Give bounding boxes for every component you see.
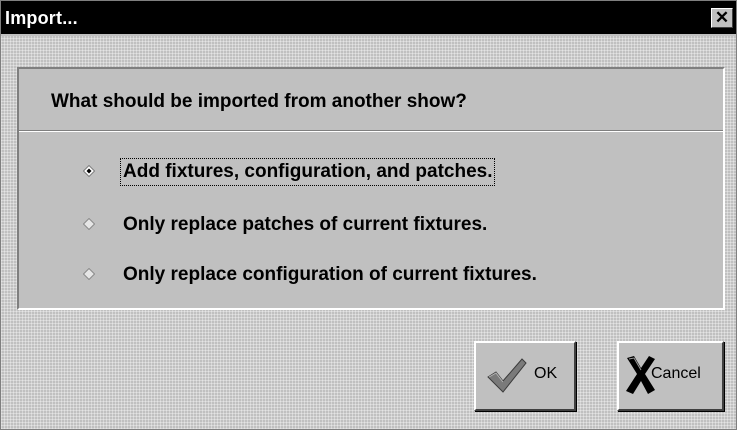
radio-selected-icon[interactable] [83, 165, 95, 177]
close-icon: ✕ [714, 8, 730, 27]
option-label: Only replace patches of current fixtures… [123, 214, 488, 235]
option-label: Only replace configuration of current fi… [123, 264, 537, 285]
cancel-button[interactable]: Cancel [617, 341, 724, 411]
radio-unselected-icon[interactable] [83, 218, 95, 230]
radio-unselected-icon[interactable] [83, 268, 95, 280]
ok-label: OK [534, 365, 558, 382]
options-panel: What should be imported from another sho… [17, 67, 725, 310]
dialog-title: Import... [5, 8, 78, 28]
question-text: What should be imported from another sho… [51, 91, 467, 112]
title-bar: Import... ✕ [1, 1, 736, 36]
ok-button[interactable]: OK [474, 341, 576, 411]
close-button[interactable]: ✕ [711, 8, 733, 28]
option-label: Add fixtures, configuration, and patches… [119, 158, 496, 186]
cancel-label: Cancel [651, 365, 701, 382]
import-dialog: Import... ✕ What should be imported from… [0, 0, 737, 430]
divider [19, 130, 723, 132]
checkmark-icon [487, 358, 527, 393]
